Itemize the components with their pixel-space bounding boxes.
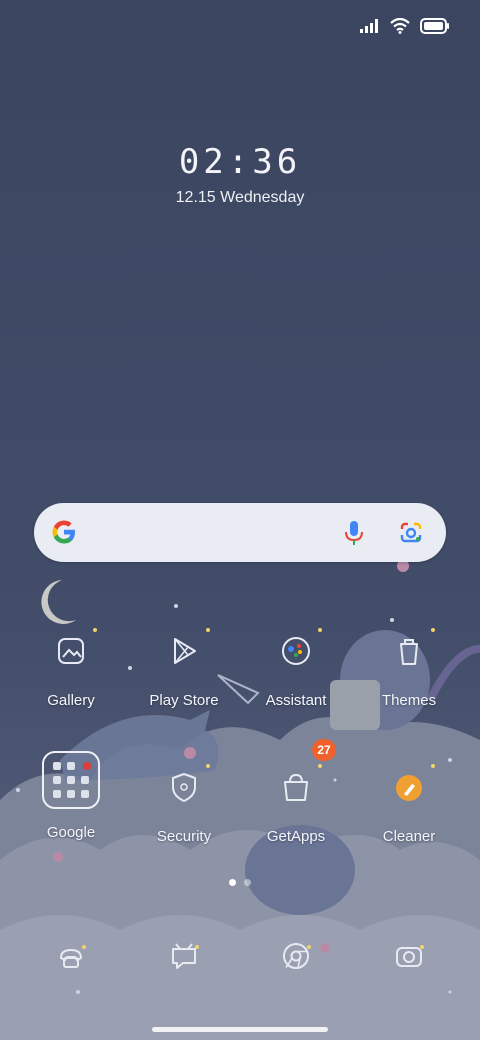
- app-label: Google: [46, 824, 96, 841]
- wifi-icon: [390, 18, 410, 34]
- app-play-store[interactable]: Play Store: [129, 628, 239, 709]
- folder-icon: [42, 751, 100, 809]
- getapps-icon: [284, 773, 308, 801]
- google-lens-icon[interactable]: [398, 521, 424, 545]
- google-g-icon[interactable]: [50, 518, 78, 546]
- app-assistant[interactable]: Assistant: [241, 628, 351, 709]
- google-search-bar[interactable]: [34, 503, 446, 562]
- app-getapps[interactable]: GetApps: [241, 764, 351, 845]
- chrome-icon[interactable]: [276, 936, 316, 976]
- microphone-icon[interactable]: [343, 520, 365, 546]
- messages-icon[interactable]: [164, 936, 204, 976]
- cleaner-icon: [396, 775, 422, 801]
- app-label: Security: [156, 828, 212, 845]
- page-dot-current: [229, 879, 236, 886]
- home-gesture-bar[interactable]: [152, 1027, 328, 1032]
- app-cleaner[interactable]: Cleaner: [354, 764, 464, 845]
- app-label: Gallery: [47, 692, 95, 709]
- app-themes[interactable]: Themes: [354, 628, 464, 709]
- signal-icon: [360, 19, 378, 33]
- gallery-icon: [58, 638, 84, 664]
- security-icon: [172, 773, 196, 802]
- play-store-icon: [174, 638, 196, 664]
- app-gallery[interactable]: Gallery: [16, 628, 126, 709]
- themes-icon: [400, 639, 418, 665]
- app-security[interactable]: Security: [129, 764, 239, 845]
- assistant-icon: [282, 637, 310, 665]
- app-label: Themes: [381, 692, 437, 709]
- camera-icon[interactable]: [389, 936, 429, 976]
- status-bar: [360, 18, 450, 34]
- page-indicator: [229, 879, 251, 886]
- notification-badge: 27: [312, 739, 336, 761]
- app-label: Cleaner: [382, 828, 436, 845]
- battery-icon: [420, 18, 449, 34]
- lock-clock: 02:36: [178, 142, 302, 182]
- app-label: GetApps: [266, 828, 326, 845]
- lock-date: 12.15 Wednesday: [175, 189, 305, 206]
- page-dot: [244, 879, 251, 886]
- app-label: Assistant: [265, 692, 327, 709]
- phone-icon[interactable]: [51, 936, 91, 976]
- folder-google[interactable]: Google: [16, 751, 126, 841]
- app-label: Play Store: [149, 692, 219, 709]
